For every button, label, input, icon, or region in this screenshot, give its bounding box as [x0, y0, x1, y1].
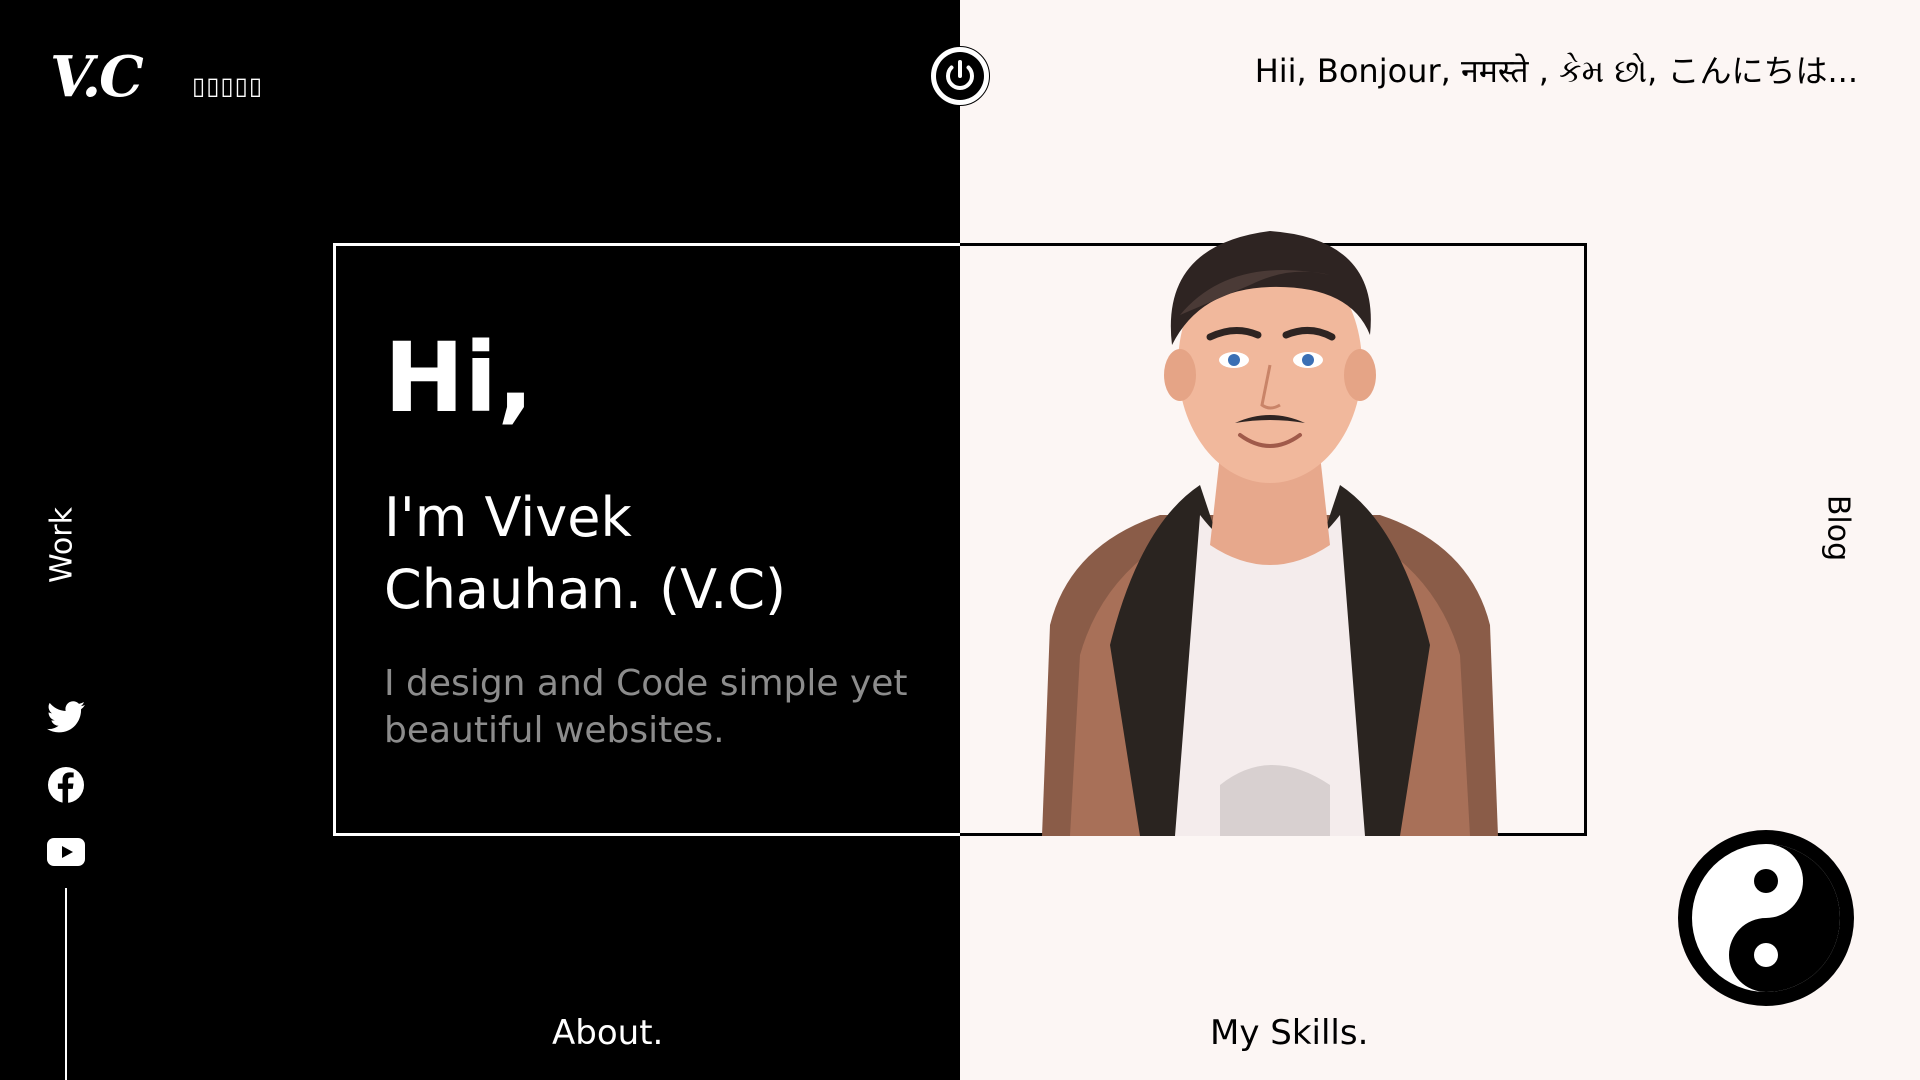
hero-tagline: I design and Code simple yet beautiful w…: [384, 660, 944, 754]
logo-glyphs: ▯▯▯▯▯: [192, 72, 264, 100]
twitter-link[interactable]: [47, 698, 85, 736]
facebook-link[interactable]: [47, 766, 85, 804]
twitter-icon: [47, 701, 85, 733]
hero-tagline-line1: I design and Code simple yet: [384, 663, 908, 704]
hero-heading: Hi,: [384, 322, 534, 434]
hero-name-line2: Chauhan. (V.C): [384, 558, 787, 621]
facebook-icon: [48, 767, 84, 803]
site-logo[interactable]: V.C: [50, 44, 144, 110]
multilingual-greeting: Hii, Bonjour, नमस्ते , કેમ છો, こんにちは...: [1254, 52, 1858, 90]
hero-name: I'm Vivek Chauhan. (V.C): [384, 482, 924, 626]
blog-link[interactable]: Blog: [1810, 490, 1866, 566]
power-button[interactable]: [930, 46, 990, 106]
about-link[interactable]: About.: [552, 1013, 663, 1053]
hero-name-line1: I'm Vivek: [384, 486, 632, 549]
blog-label: Blog: [1820, 494, 1856, 562]
power-icon: [936, 52, 984, 100]
youtube-icon: [47, 838, 85, 866]
youtube-link[interactable]: [47, 833, 85, 871]
hero-tagline-line2: beautiful websites.: [384, 710, 725, 751]
skills-link[interactable]: My Skills.: [1210, 1013, 1368, 1053]
work-label: Work: [44, 507, 80, 583]
profile-portrait: [1042, 231, 1498, 836]
social-divider-line: [65, 888, 67, 1080]
work-link[interactable]: Work: [34, 505, 90, 585]
yin-yang-icon[interactable]: [1678, 830, 1854, 1006]
